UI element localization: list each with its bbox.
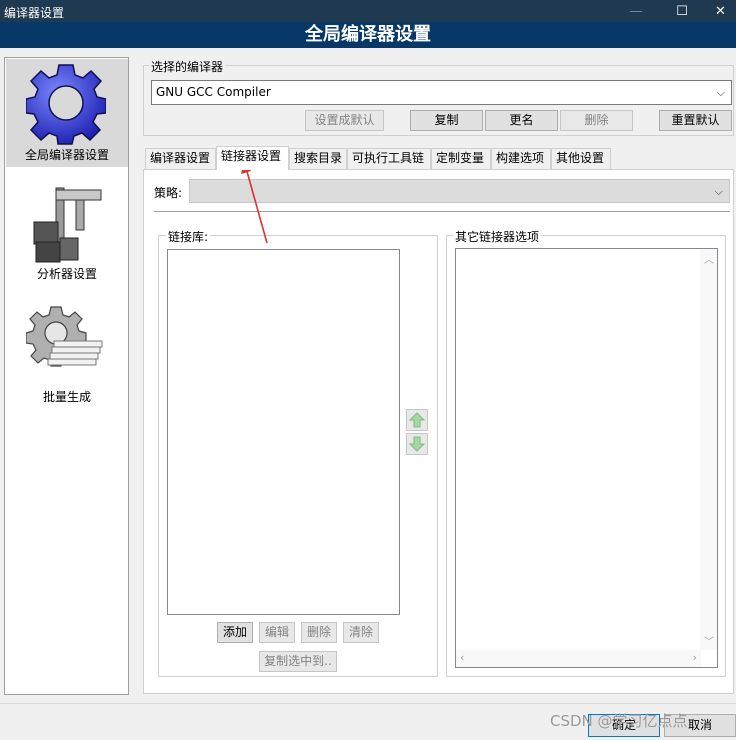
set-default-button[interactable]: 设置成默认: [305, 110, 384, 131]
link-libraries-list[interactable]: [167, 249, 400, 615]
close-button[interactable]: ✕: [705, 0, 736, 22]
policy-label: 策略:: [154, 186, 183, 200]
vertical-scrollbar[interactable]: ︿ ﹀: [700, 249, 717, 650]
tab-toolchain-executables[interactable]: 可执行工具链: [347, 148, 431, 169]
rename-button[interactable]: 更名: [485, 110, 558, 131]
policy-select[interactable]: ⌵: [189, 179, 730, 203]
tab-search-directories[interactable]: 搜索目录: [289, 148, 347, 169]
window-title: 编译器设置: [4, 6, 65, 20]
batch-build-icon: [26, 306, 103, 367]
add-library-button[interactable]: 添加: [217, 622, 253, 643]
page-banner: 全局编译器设置: [0, 22, 736, 48]
tab-compiler-settings[interactable]: 编译器设置: [145, 148, 216, 169]
arrow-up-icon: [408, 412, 426, 428]
tab-custom-variables[interactable]: 定制变量: [431, 148, 491, 169]
delete-library-button[interactable]: 删除: [301, 622, 337, 643]
maximize-button[interactable]: ☐: [659, 0, 705, 22]
tab-other-settings[interactable]: 其他设置: [551, 148, 611, 169]
other-linker-options-label: 其它链接器选项: [453, 228, 542, 245]
nav-item-profiler[interactable]: 分析器设置: [6, 178, 128, 286]
move-down-button[interactable]: [406, 433, 428, 455]
scroll-left-icon[interactable]: ‹: [460, 651, 464, 664]
settings-nav-panel: 全局编译器设置 分析器设置 批量生成: [4, 57, 129, 695]
scroll-down-icon[interactable]: ﹀: [704, 633, 714, 648]
scroll-right-icon[interactable]: ›: [693, 651, 697, 664]
horizontal-scrollbar[interactable]: ‹ ›: [456, 650, 701, 667]
copy-button[interactable]: 复制: [410, 110, 483, 131]
compiler-select[interactable]: GNU GCC Compiler ⌵: [151, 80, 732, 105]
nav-item-label: 分析器设置: [36, 267, 97, 281]
tab-build-options[interactable]: 构建选项: [491, 148, 551, 169]
nav-item-global-compiler[interactable]: 全局编译器设置: [6, 59, 128, 167]
nav-item-batch-build[interactable]: 批量生成: [6, 301, 128, 409]
copy-selected-to-button[interactable]: 复制选中到..: [259, 651, 337, 672]
edit-library-button[interactable]: 编辑: [259, 622, 295, 643]
nav-item-label: 批量生成: [42, 390, 91, 404]
window-titlebar: 编译器设置 — ☐ ✕: [0, 0, 736, 22]
delete-compiler-button[interactable]: 删除: [560, 110, 633, 131]
arrow-down-icon: [408, 436, 426, 452]
scroll-up-icon[interactable]: ︿: [704, 251, 714, 266]
selected-compiler-label: 选择的编译器: [149, 58, 226, 75]
link-libraries-label: 链接库:: [166, 228, 211, 245]
clear-libraries-button[interactable]: 清除: [343, 622, 379, 643]
other-linker-options-textarea[interactable]: ︿ ﹀ ‹ ›: [455, 248, 718, 668]
compiler-select-value: GNU GCC Compiler: [156, 85, 271, 99]
chevron-down-icon: ⌵: [716, 86, 725, 99]
caliper-icon: [33, 187, 102, 263]
minimize-button[interactable]: —: [613, 0, 659, 22]
divider: [154, 211, 730, 212]
gear-icon: [26, 64, 106, 145]
reset-defaults-button[interactable]: 重置默认: [659, 110, 732, 131]
watermark: CSDN @学习亿点点: [550, 712, 688, 730]
nav-item-label: 全局编译器设置: [24, 148, 109, 162]
move-up-button[interactable]: [406, 409, 428, 431]
chevron-down-icon: ⌵: [714, 185, 723, 198]
tab-linker-settings[interactable]: 链接器设置: [216, 146, 289, 170]
